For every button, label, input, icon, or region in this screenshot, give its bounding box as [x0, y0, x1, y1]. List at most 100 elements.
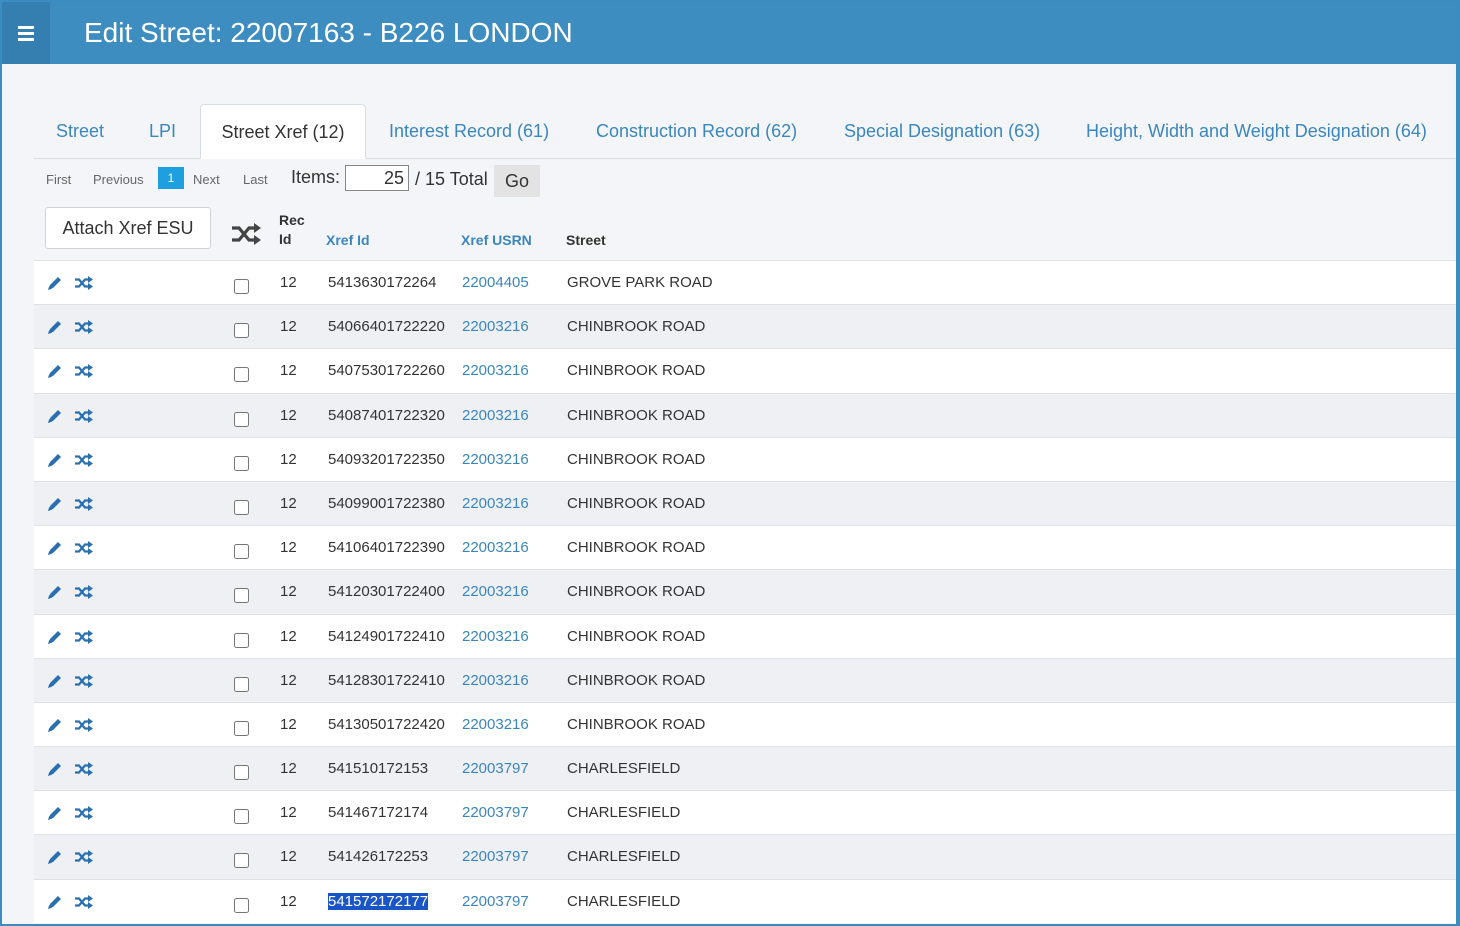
pager-current-page[interactable]: 1	[158, 167, 184, 189]
column-header-rec-id: Rec Id	[279, 212, 305, 247]
attach-xref-esu-button[interactable]: Attach Xref ESU	[45, 207, 211, 249]
row-checkbox[interactable]	[234, 455, 249, 471]
rec-id-cell: 12	[280, 274, 297, 291]
shuffle-icon[interactable]	[74, 717, 94, 737]
tab-special-designation[interactable]: Special Designation (63)	[844, 104, 1040, 158]
street-cell: CHINBROOK ROAD	[567, 627, 706, 645]
shuffle-icon[interactable]	[74, 364, 94, 383]
shuffle-icon[interactable]	[74, 585, 94, 604]
shuffle-icon[interactable]	[74, 408, 94, 428]
row-checkbox[interactable]	[234, 853, 249, 869]
xref-usrn-link[interactable]: 22003216	[462, 407, 529, 424]
total-label: / 15 Total	[415, 169, 488, 189]
street-cell: CHARLESFIELD	[567, 804, 681, 822]
pencil-icon[interactable]	[46, 717, 64, 738]
row-checkbox[interactable]	[234, 809, 249, 825]
pencil-icon[interactable]	[46, 849, 64, 870]
row-checkbox[interactable]	[234, 897, 249, 913]
shuffle-icon[interactable]	[74, 452, 94, 472]
pencil-icon[interactable]	[46, 894, 64, 915]
xref-usrn-link[interactable]: 22003797	[462, 804, 529, 821]
rec-id-cell: 12	[280, 539, 297, 557]
shuffle-icon[interactable]	[230, 222, 262, 251]
xref-id-cell: 54120301722400	[328, 583, 445, 601]
xref-usrn-link[interactable]: 22003216	[462, 716, 529, 733]
pencil-icon[interactable]	[46, 408, 64, 429]
row-checkbox[interactable]	[234, 367, 249, 383]
rec-id-cell: 12	[280, 318, 297, 336]
pager-next[interactable]: Next	[193, 172, 220, 187]
tab-street-xref[interactable]: Street Xref (12)	[200, 104, 366, 159]
row-checkbox[interactable]	[234, 720, 249, 736]
xref-usrn-link[interactable]: 22003216	[462, 628, 529, 645]
row-checkbox[interactable]	[234, 765, 249, 781]
tab-construction-record[interactable]: Construction Record (62)	[596, 104, 797, 158]
xref-usrn-link[interactable]: 22003216	[462, 318, 529, 335]
xref-usrn-link[interactable]: 22003797	[462, 760, 529, 777]
table-row: 12 541572172177 22003797 CHARLESFIELD	[34, 878, 1456, 923]
xref-id-cell: 54087401722320	[328, 406, 445, 424]
xref-usrn-link[interactable]: 22003797	[462, 848, 529, 865]
xref-id-cell: 54093201722350	[328, 450, 445, 468]
pencil-icon[interactable]	[46, 584, 64, 605]
xref-usrn-link[interactable]: 22004405	[462, 274, 529, 291]
shuffle-icon[interactable]	[74, 762, 94, 781]
row-checkbox[interactable]	[234, 323, 249, 339]
pencil-icon[interactable]	[46, 363, 64, 384]
pencil-icon[interactable]	[46, 540, 64, 561]
pager-first[interactable]: First	[46, 172, 71, 187]
items-per-page-input[interactable]	[345, 165, 409, 191]
shuffle-icon[interactable]	[74, 629, 94, 649]
row-checkbox[interactable]	[234, 499, 249, 515]
column-header-street: Street	[566, 232, 606, 248]
tab-interest-record[interactable]: Interest Record (61)	[389, 104, 549, 158]
column-header-xref-id[interactable]: Xref Id	[326, 232, 370, 248]
table-row: 12 54130501722420 22003216 CHINBROOK ROAD	[34, 701, 1456, 747]
shuffle-icon[interactable]	[74, 496, 94, 516]
table-row: 12 54120301722400 22003216 CHINBROOK ROAD	[34, 569, 1456, 614]
column-header-xref-usrn[interactable]: Xref USRN	[461, 232, 532, 248]
shuffle-icon[interactable]	[74, 276, 94, 295]
street-cell: CHINBROOK ROAD	[567, 715, 706, 733]
shuffle-icon[interactable]	[74, 541, 94, 560]
xref-id-cell: 54106401722390	[328, 539, 445, 557]
pager-previous[interactable]: Previous	[93, 172, 144, 187]
pencil-icon[interactable]	[46, 319, 64, 340]
pager-last[interactable]: Last	[243, 172, 268, 187]
shuffle-icon[interactable]	[74, 673, 94, 693]
row-checkbox[interactable]	[234, 411, 249, 427]
xref-table: 12 5413630172264 22004405 GROVE PARK ROAD 12…	[34, 260, 1456, 923]
tab-height-width-weight-designation[interactable]: Height, Width and Weight Designation (64…	[1086, 104, 1427, 158]
tab-street[interactable]: Street	[56, 104, 104, 158]
xref-usrn-link[interactable]: 22003216	[462, 451, 529, 468]
pencil-icon[interactable]	[46, 629, 64, 650]
row-checkbox[interactable]	[234, 632, 249, 648]
xref-usrn-link[interactable]: 22003216	[462, 583, 529, 600]
pencil-icon[interactable]	[46, 761, 64, 782]
rec-id-cell: 12	[280, 804, 297, 822]
row-checkbox[interactable]	[234, 279, 249, 294]
pencil-icon[interactable]	[46, 496, 64, 517]
rec-id-cell: 12	[280, 715, 297, 733]
row-checkbox[interactable]	[234, 544, 249, 560]
pencil-icon[interactable]	[46, 275, 64, 296]
pencil-icon[interactable]	[46, 805, 64, 826]
shuffle-icon[interactable]	[74, 894, 94, 914]
pencil-icon[interactable]	[46, 452, 64, 473]
shuffle-icon[interactable]	[74, 806, 94, 825]
row-checkbox[interactable]	[234, 676, 249, 692]
xref-id-cell: 541510172153	[328, 760, 429, 778]
shuffle-icon[interactable]	[74, 320, 94, 339]
xref-usrn-link[interactable]: 22003797	[462, 893, 529, 910]
go-button[interactable]: Go	[494, 165, 540, 197]
shuffle-icon[interactable]	[74, 850, 94, 869]
xref-usrn-link[interactable]: 22003216	[462, 362, 529, 379]
xref-usrn-link[interactable]: 22003216	[462, 672, 529, 689]
pencil-icon[interactable]	[46, 673, 64, 694]
xref-usrn-link[interactable]: 22003216	[462, 495, 529, 512]
xref-usrn-link[interactable]: 22003216	[462, 539, 529, 556]
tab-lpi[interactable]: LPI	[149, 104, 176, 158]
row-checkbox[interactable]	[234, 588, 249, 604]
rec-id-cell: 12	[280, 494, 297, 512]
hamburger-menu-icon[interactable]	[2, 2, 50, 64]
